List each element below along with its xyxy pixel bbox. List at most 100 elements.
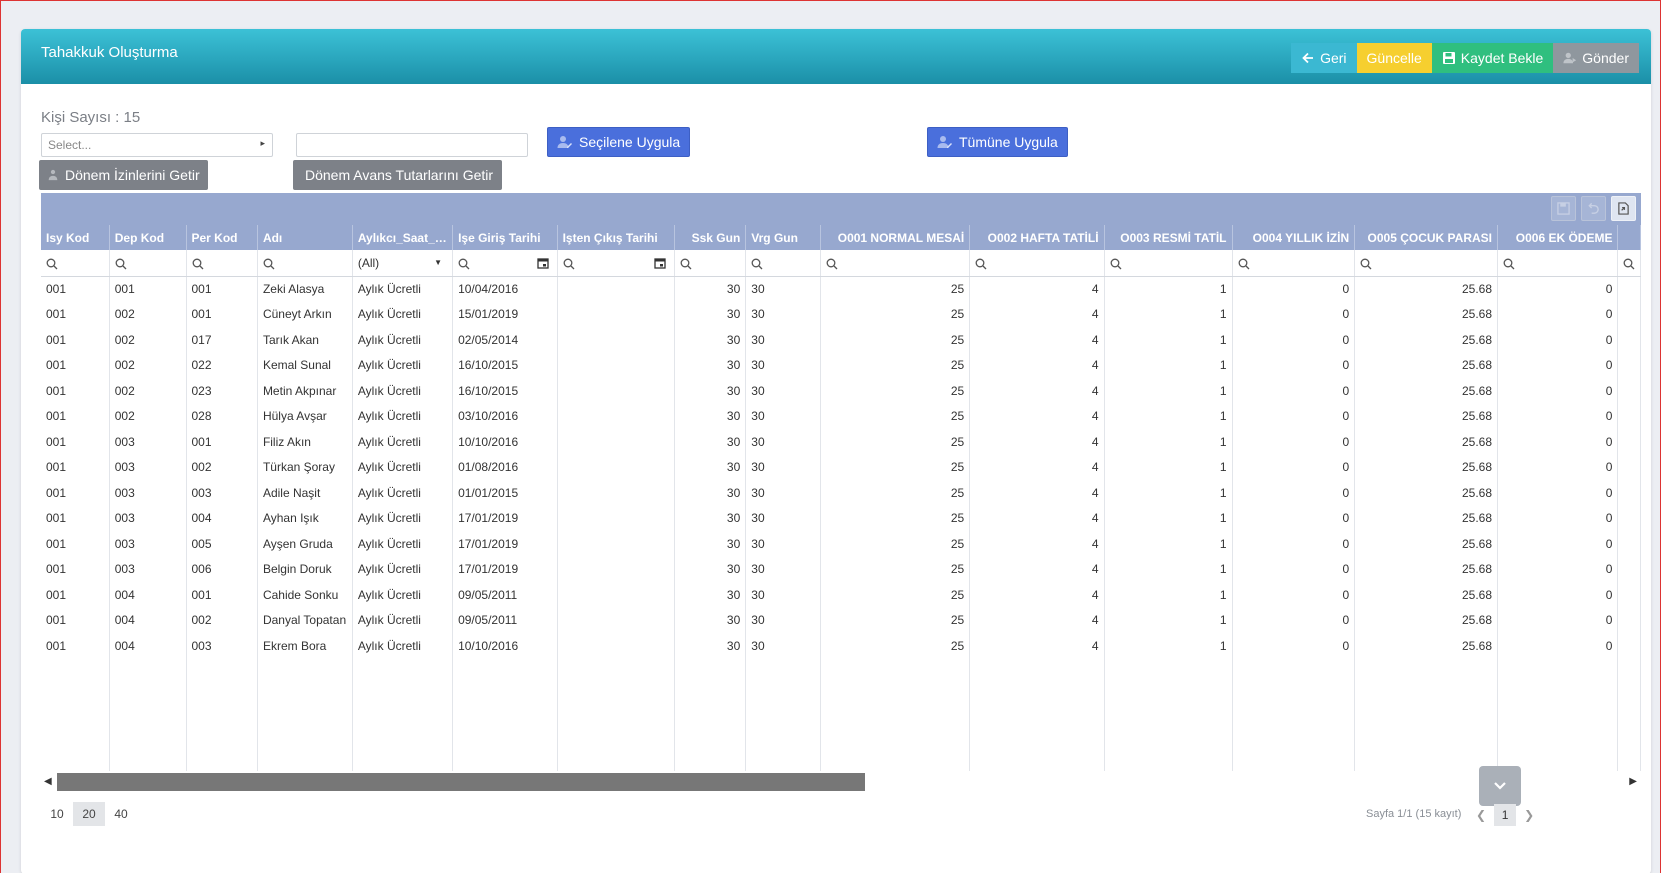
filter-cell[interactable] bbox=[557, 250, 675, 277]
filter-dropdown[interactable]: (All) ▼ bbox=[352, 250, 454, 277]
scrollbar-thumb[interactable] bbox=[57, 773, 865, 791]
table-cell: 17/01/2019 bbox=[452, 556, 558, 582]
apply-selected-button[interactable]: Seçilene Uygula bbox=[547, 127, 691, 157]
next-page-icon[interactable]: ❯ bbox=[1524, 808, 1534, 822]
col-header[interactable]: Adı bbox=[257, 225, 353, 250]
filter-cell[interactable] bbox=[969, 250, 1105, 277]
caret-down-icon: ▼ bbox=[434, 258, 443, 267]
table-cell: 002 bbox=[186, 607, 258, 633]
table-row[interactable]: 001 004 001 Cahide Sonku Aylık Ücretli 09/05/… bbox=[41, 582, 1641, 608]
scroll-right-icon[interactable]: ▶ bbox=[1629, 776, 1637, 787]
col-header[interactable]: Dep Kod bbox=[109, 225, 187, 250]
table-cell: 0 bbox=[1232, 276, 1356, 302]
table-cell: 4 bbox=[969, 556, 1105, 582]
table-cell: 25.68 bbox=[1354, 633, 1498, 659]
table-row[interactable]: 001 003 006 Belgin Doruk Aylık Ücretli 17/01/… bbox=[41, 556, 1641, 582]
table-cell: 15/01/2019 bbox=[452, 301, 558, 327]
table-cell: 30 bbox=[674, 505, 747, 531]
table-row[interactable]: 001 002 017 Tarık Akan Aylık Ücretli 02/05/20… bbox=[41, 327, 1641, 353]
scroll-down-button[interactable] bbox=[1479, 766, 1521, 806]
get-leaves-button[interactable]: Dönem İzinlerini Getir bbox=[39, 160, 208, 190]
filter-cell[interactable] bbox=[186, 250, 258, 277]
page-size-option[interactable]: 40 bbox=[105, 802, 137, 826]
send-button[interactable]: Gönder bbox=[1553, 43, 1639, 73]
table-cell: 25 bbox=[820, 378, 971, 404]
save-wait-button[interactable]: Kaydet Bekle bbox=[1431, 43, 1554, 73]
table-cell: Aylık Ücretli bbox=[352, 633, 454, 659]
filter-cell[interactable] bbox=[109, 250, 187, 277]
col-header[interactable]: Aylıkcı_Saat_ü... bbox=[352, 225, 454, 250]
table-row[interactable]: 001 004 003 Ekrem Bora Aylık Ücretli 10/10/20… bbox=[41, 633, 1641, 659]
table-row[interactable]: 001 002 001 Cüneyt Arkın Aylık Ücretli 15/01/… bbox=[41, 301, 1641, 327]
filter-cell[interactable] bbox=[1617, 250, 1641, 277]
table-cell: 001 bbox=[41, 633, 110, 659]
table-row[interactable]: 001 003 003 Adile Naşit Aylık Ücretli 01/01/2… bbox=[41, 480, 1641, 506]
export-button[interactable] bbox=[1611, 196, 1636, 221]
filter-cell[interactable] bbox=[257, 250, 353, 277]
table-row[interactable]: 001 003 005 Ayşen Gruda Aylık Ücretli 17/01/2… bbox=[41, 531, 1641, 557]
table-row[interactable]: 001 004 002 Danyal Topatan Aylık Ücretli 09/0… bbox=[41, 607, 1641, 633]
table-cell: Aylık Ücretli bbox=[352, 301, 454, 327]
search-icon bbox=[458, 258, 470, 270]
table-row[interactable]: 001 002 023 Metin Akpınar Aylık Ücretli 16/10… bbox=[41, 378, 1641, 404]
filter-cell[interactable] bbox=[1497, 250, 1619, 277]
page-size-option-selected[interactable]: 20 bbox=[73, 802, 105, 826]
filter-cell[interactable] bbox=[452, 250, 558, 277]
col-header[interactable]: O001 NORMAL MESAİ bbox=[820, 225, 971, 250]
row-spacer bbox=[1617, 505, 1641, 531]
col-header[interactable]: Per Kod bbox=[186, 225, 258, 250]
update-button[interactable]: Güncelle bbox=[1356, 43, 1432, 73]
save-changes-button[interactable] bbox=[1551, 196, 1576, 221]
employee-select[interactable]: Select... ▸ bbox=[41, 133, 273, 157]
col-header[interactable]: O002 HAFTA TATİLİ bbox=[969, 225, 1105, 250]
calendar-icon[interactable] bbox=[654, 257, 666, 269]
prev-page-icon[interactable]: ❮ bbox=[1476, 808, 1486, 822]
col-header[interactable]: O005 ÇOCUK PARASI bbox=[1354, 225, 1498, 250]
table-cell: 0 bbox=[1497, 607, 1619, 633]
col-header[interactable]: Isy Kod bbox=[41, 225, 110, 250]
apply-all-button[interactable]: Tümüne Uygula bbox=[927, 127, 1068, 157]
table-cell: 022 bbox=[186, 352, 258, 378]
filter-cell[interactable] bbox=[674, 250, 747, 277]
empty-cell bbox=[1354, 658, 1498, 771]
get-advances-button[interactable]: Dönem Avans Tutarlarını Getir bbox=[293, 160, 503, 190]
col-header[interactable]: Işten Çıkış Tarihi bbox=[557, 225, 675, 250]
calendar-icon[interactable] bbox=[536, 257, 549, 269]
col-header[interactable]: O004 YILLIK İZİN bbox=[1232, 225, 1356, 250]
value-input[interactable] bbox=[296, 133, 528, 157]
col-header[interactable]: Ssk Gun bbox=[674, 225, 747, 250]
table-row[interactable]: 001 002 028 Hülya Avşar Aylık Ücretli 03/10/2… bbox=[41, 403, 1641, 429]
scroll-left-icon[interactable]: ◀ bbox=[44, 776, 52, 787]
table-cell: 0 bbox=[1232, 454, 1356, 480]
col-header[interactable]: O003 RESMİ TATİL bbox=[1104, 225, 1233, 250]
table-cell: 0 bbox=[1232, 582, 1356, 608]
table-cell: 25.68 bbox=[1354, 531, 1498, 557]
table-row[interactable]: 001 002 022 Kemal Sunal Aylık Ücretli 16/10/2… bbox=[41, 352, 1641, 378]
table-cell bbox=[557, 582, 675, 608]
grid-toolbar bbox=[41, 193, 1641, 225]
table-row[interactable]: 001 003 001 Filiz Akın Aylık Ücretli 10/10/20… bbox=[41, 429, 1641, 455]
revert-button[interactable] bbox=[1581, 196, 1606, 221]
filter-cell[interactable] bbox=[820, 250, 971, 277]
page-number[interactable]: 1 bbox=[1494, 804, 1517, 826]
table-cell: Filiz Akın bbox=[257, 429, 353, 455]
table-row[interactable]: 001 003 004 Ayhan Işık Aylık Ücretli 17/01/20… bbox=[41, 505, 1641, 531]
filter-cell[interactable] bbox=[745, 250, 821, 277]
table-cell: 25.68 bbox=[1354, 556, 1498, 582]
filter-cell[interactable] bbox=[41, 250, 110, 277]
table-cell: 001 bbox=[41, 582, 110, 608]
table-cell: Belgin Doruk bbox=[257, 556, 353, 582]
table-row[interactable]: 001 001 001 Zeki Alasya Aylık Ücretli 10/04/2… bbox=[41, 276, 1641, 302]
filter-cell[interactable] bbox=[1104, 250, 1233, 277]
back-button[interactable]: Geri bbox=[1291, 43, 1357, 73]
col-header[interactable]: Vrg Gun bbox=[745, 225, 821, 250]
col-header[interactable]: Işe Giriş Tarihi bbox=[452, 225, 558, 250]
search-icon bbox=[975, 258, 987, 270]
page-size-option[interactable]: 10 bbox=[41, 802, 73, 826]
filter-cell[interactable] bbox=[1354, 250, 1498, 277]
horizontal-scrollbar[interactable]: ◀ ▶ bbox=[41, 773, 1641, 791]
table-row[interactable]: 001 003 002 Türkan Şoray Aylık Ücretli 01/08/… bbox=[41, 454, 1641, 480]
table-cell: 25 bbox=[820, 505, 971, 531]
col-header[interactable]: O006 EK ÖDEME bbox=[1497, 225, 1619, 250]
filter-cell[interactable] bbox=[1232, 250, 1356, 277]
